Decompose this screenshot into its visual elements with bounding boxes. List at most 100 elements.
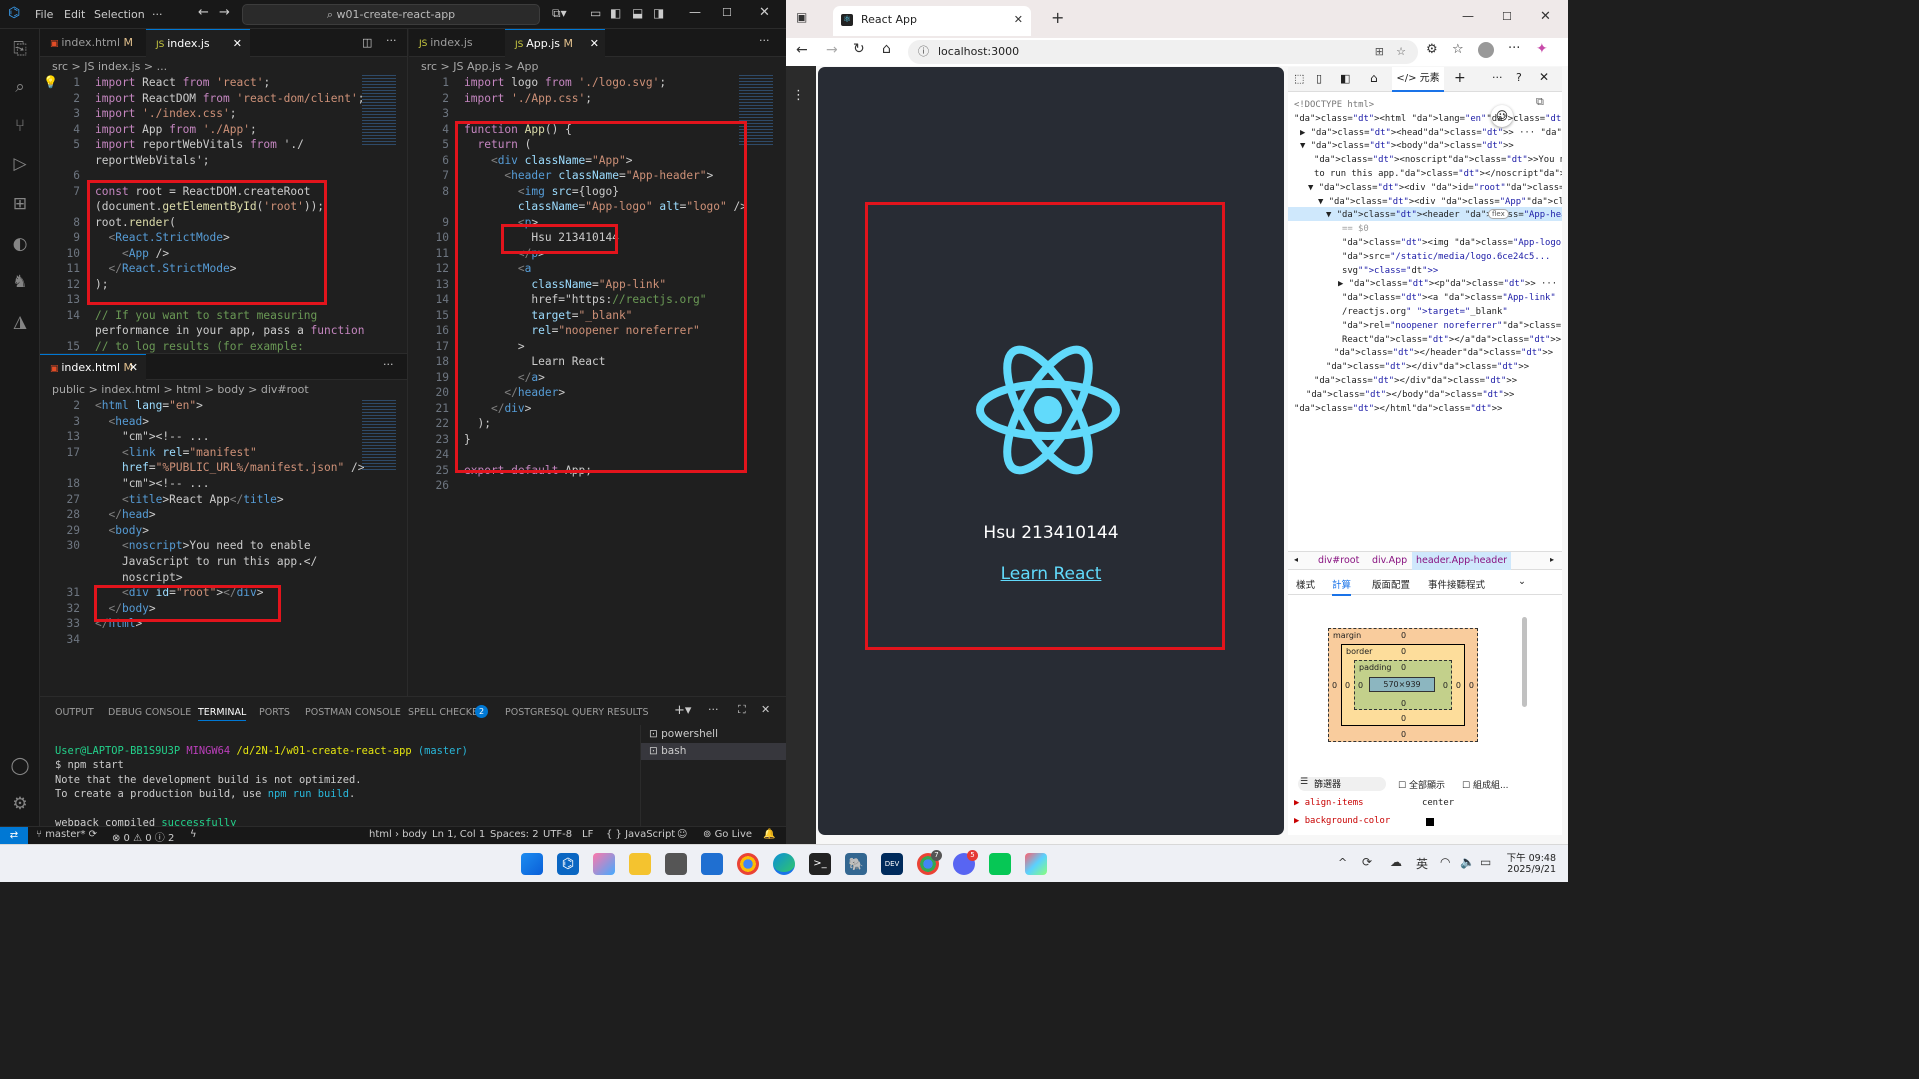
panel-tab-debug-console[interactable]: DEBUG CONSOLE <box>108 707 191 718</box>
computed-prop-align-items[interactable]: ▶ align-items <box>1294 798 1363 808</box>
panel-tab-spell-checker[interactable]: SPELL CHECKER <box>408 707 485 718</box>
url-field[interactable]: ⓘ localhost:3000 ⊞ ☆ <box>908 40 1418 64</box>
clock[interactable]: 下午 09:48 2025/9/21 <box>1500 850 1556 875</box>
box-model-padding[interactable]: padding 0 0 0 0 570×939 <box>1354 660 1452 710</box>
toggle-secondary-sidebar-icon[interactable]: ◨ <box>653 6 664 20</box>
scrollbar[interactable] <box>1522 617 1527 707</box>
branch-indicator[interactable]: ⑂ master* ⟳ <box>36 829 97 840</box>
tab-app-js[interactable]: JS App.js M ✕ <box>505 29 605 57</box>
dom-node[interactable]: /reactjs.org" ">target="_blank" <box>1342 307 1508 317</box>
git-graph-icon[interactable]: ◮ <box>9 311 31 333</box>
tray-sync-icon[interactable]: ⟳ <box>1362 855 1372 869</box>
terminal-item-bash[interactable]: ⊡ bash <box>641 743 787 760</box>
settings-gear-icon[interactable]: ⚙ <box>9 793 31 815</box>
dom-tree[interactable]: <!DOCTYPE html> "da">class="dt"><html "da… <box>1288 93 1562 553</box>
box-model-border[interactable]: border 0 0 0 0 padding 0 0 0 0 570×939 <box>1341 644 1465 726</box>
menu-more[interactable]: ··· <box>152 8 163 21</box>
dom-node[interactable]: "da">class="dt"></body"da">class="dt">> <box>1306 390 1514 400</box>
panel-tab-postman-console[interactable]: POSTMAN CONSOLE <box>305 707 401 718</box>
help-icon[interactable]: ? <box>1516 71 1522 84</box>
tray-chevron-up-icon[interactable]: ^ <box>1338 856 1347 869</box>
breadcrumb[interactable]: src > JS App.js > App <box>409 57 786 76</box>
copilot-icon[interactable]: ☺ <box>677 829 687 840</box>
close-icon[interactable]: ✕ <box>1540 9 1551 24</box>
welcome-home-icon[interactable]: ⌂ <box>1370 71 1378 85</box>
scroll-left-icon[interactable]: ◂ <box>1294 555 1298 564</box>
close-icon[interactable]: ✕ <box>759 5 770 20</box>
dom-node[interactable]: "da">class="dt"><img "da">class="App-log… <box>1342 238 1562 248</box>
ime-indicator[interactable]: 英 <box>1416 855 1428 872</box>
postgresql-elephant-icon[interactable]: 🐘 <box>845 853 867 875</box>
panel-tab-postgresql-results[interactable]: POSTGRESQL QUERY RESULTS <box>505 707 648 718</box>
status-path[interactable]: html › body <box>369 829 427 840</box>
command-center[interactable]: ⌕ w01-create-react-app <box>242 4 540 25</box>
more-actions-icon[interactable]: ··· <box>383 358 394 371</box>
panel-tab-output[interactable]: OUTPUT <box>55 707 94 718</box>
browser-tab-react-app[interactable]: ⚛ React App ✕ <box>833 6 1031 36</box>
menu-edit[interactable]: Edit <box>64 8 85 21</box>
run-debug-icon[interactable]: ▷ <box>9 153 31 175</box>
box-model-content[interactable]: 570×939 <box>1369 677 1435 692</box>
explorer-icon[interactable]: ⎘ <box>9 38 31 60</box>
subtab-styles[interactable]: 樣式 <box>1296 577 1315 591</box>
tab-index-html[interactable]: ▣ index.html M <box>40 29 146 57</box>
maximize-icon[interactable]: ☐ <box>722 6 732 19</box>
code-area-index-html[interactable]: 2 <html lang="en"> 3 <head> 13 "cm"><!-- ..… <box>40 399 407 696</box>
color-swatch[interactable] <box>1426 818 1434 826</box>
tab-close-icon[interactable]: ✕ <box>233 30 242 58</box>
cursor-position[interactable]: Ln 1, Col 1 <box>432 829 485 840</box>
wifi-icon[interactable]: ◠ <box>1440 855 1450 869</box>
remote-indicator-icon[interactable]: ⇄ <box>0 827 28 844</box>
reload-icon[interactable]: ↻ <box>853 41 865 57</box>
dom-node[interactable]: "da">class="dt"><a "da">class="App-link"… <box>1342 293 1562 303</box>
subtab-layout[interactable]: 版面配置 <box>1372 577 1410 591</box>
dom-node[interactable]: "da">class="dt"><html "da">lang="en""da"… <box>1294 114 1562 124</box>
favorites-icon[interactable]: ☆ <box>1452 42 1464 57</box>
dock-icon[interactable]: ◧ <box>1340 72 1350 85</box>
inspect-icon[interactable]: ⬚ <box>1294 72 1304 85</box>
dom-node[interactable]: <!DOCTYPE html> <box>1294 100 1374 110</box>
breadcrumb[interactable]: src > JS index.js > ... <box>40 57 407 76</box>
minimap[interactable] <box>362 75 396 145</box>
maximize-panel-icon[interactable]: ⛶ <box>738 703 746 717</box>
profile-avatar[interactable] <box>1478 42 1494 58</box>
panel-tab-ports[interactable]: PORTS <box>259 707 290 718</box>
dom-node[interactable]: ▼ "da">class="dt"><div "da">id="root""da… <box>1308 183 1562 193</box>
line-icon[interactable] <box>989 853 1011 875</box>
app-available-icon[interactable]: ⊞ <box>1375 40 1384 64</box>
extensions-icon[interactable]: ⊞ <box>9 193 31 215</box>
edge-icon[interactable] <box>773 853 795 875</box>
extensions-icon[interactable]: ⚙ <box>1426 42 1438 57</box>
tab-close-icon[interactable]: ✕ <box>590 30 599 58</box>
app-cube-icon[interactable] <box>665 853 687 875</box>
show-all-checkbox[interactable]: ☐ 全部顯示 <box>1398 778 1445 791</box>
notifications-icon[interactable]: 🔔 <box>763 829 775 840</box>
minimize-icon[interactable]: — <box>689 5 701 19</box>
dom-node[interactable]: "da">class="dt"></div"da">class="dt">> <box>1314 376 1517 386</box>
panel-tab-terminal[interactable]: TERMINAL <box>198 707 247 721</box>
lightning-icon[interactable]: ϟ <box>190 829 197 840</box>
dom-node[interactable]: "da">src="/static/media/logo.6ce24c5... <box>1342 252 1550 262</box>
favorite-star-icon[interactable]: ☆ <box>1396 40 1406 64</box>
dom-node[interactable]: "da">class="dt"><noscript"da">class="dt"… <box>1314 155 1562 165</box>
dom-crumb-header[interactable]: header.App-header <box>1412 552 1512 570</box>
dom-node[interactable]: to run this app."da">class="dt"></noscri… <box>1314 169 1562 179</box>
toggle-sidebar-icon[interactable]: ◧ <box>610 6 621 20</box>
close-panel-icon[interactable]: ✕ <box>761 703 770 716</box>
filter-input[interactable]: 篩選器 <box>1298 777 1386 791</box>
computed-prop-background-color[interactable]: ▶ background-color <box>1294 816 1390 826</box>
onedrive-icon[interactable]: ☁ <box>1390 855 1402 869</box>
gemini-icon[interactable] <box>1025 853 1047 875</box>
subtab-computed[interactable]: 計算 <box>1332 577 1352 596</box>
dom-crumb-root[interactable]: div#root <box>1318 555 1359 566</box>
dom-node[interactable]: "da">class="dt"></header"da">class="dt">… <box>1334 348 1553 358</box>
copilot-icon[interactable]: ⧉▾ <box>552 6 567 21</box>
menu-file[interactable]: File <box>35 8 53 21</box>
start-windows-icon[interactable] <box>521 853 543 875</box>
workspaces-icon[interactable]: ▣ <box>796 10 807 24</box>
close-devtools-icon[interactable]: ✕ <box>1539 70 1549 84</box>
copilot-icon[interactable]: ✦ <box>1536 41 1548 57</box>
language-mode[interactable]: { } JavaScript <box>606 829 675 840</box>
go-live[interactable]: ⊚ Go Live <box>703 829 752 840</box>
forward-arrow-icon[interactable]: → <box>826 42 838 58</box>
